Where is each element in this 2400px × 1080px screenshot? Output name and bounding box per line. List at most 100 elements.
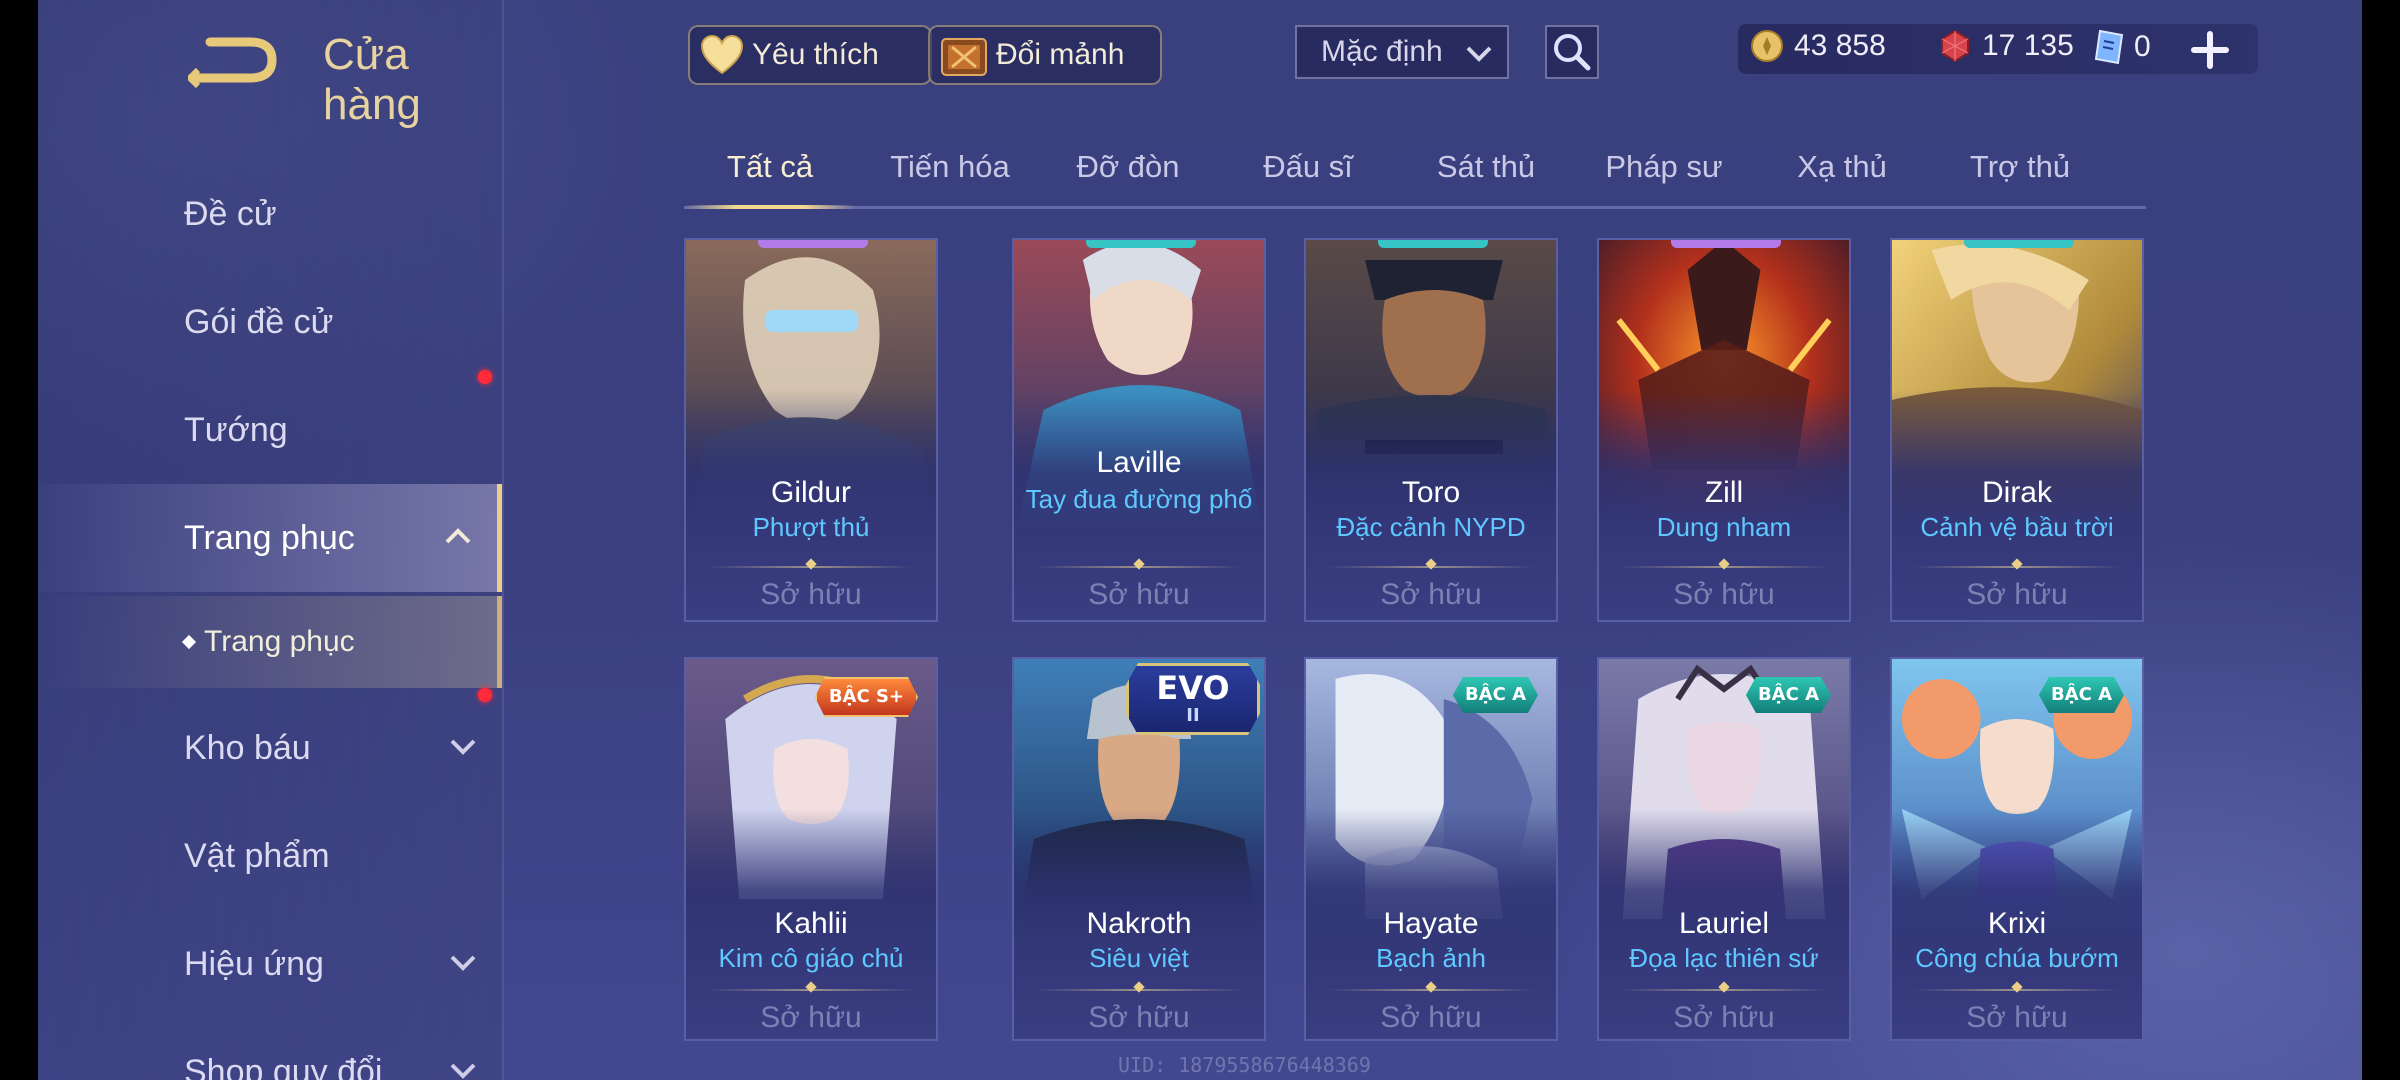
hero-name: Kahlii: [774, 907, 848, 940]
skin-card-laville[interactable]: Laville Tay đua đường phố Sở hữu: [1012, 238, 1266, 622]
sidebar-subitem-label: Trang phục: [204, 625, 355, 658]
category-tabs: Tất cả Tiến hóa Đỡ đòn Đấu sĩ Sát thủ Ph…: [684, 140, 2146, 209]
ruby-amount: 17 135: [1982, 29, 2074, 62]
sort-selected-value: Mặc định: [1321, 35, 1443, 68]
tab-all[interactable]: Tất cả: [684, 140, 856, 209]
sidebar-item-label: Shop quy đổi: [184, 1052, 383, 1080]
search-button[interactable]: [1545, 25, 1599, 79]
owned-status: Sở hữu: [760, 578, 862, 611]
sidebar-item-exchange-shop[interactable]: Shop quy đổi: [38, 1018, 502, 1080]
tier-badge: BẬC S+: [815, 677, 918, 717]
voucher-currency: 0: [2094, 29, 2151, 65]
chevron-up-icon: [445, 528, 471, 544]
skin-name: Công chúa bướm: [1915, 943, 2119, 973]
hero-name: Zill: [1704, 476, 1744, 509]
gold-amount: 43 858: [1794, 29, 1886, 62]
search-icon: [1554, 34, 1591, 71]
sidebar: Cửa hàng Đề cử Gói đề cử Tướng Trang phụ…: [38, 0, 504, 1080]
skin-name: Kim cô giáo chủ: [718, 943, 904, 973]
skin-name: Tay đua đường phố: [1025, 484, 1253, 514]
sidebar-item-label: Gói đề cử: [184, 302, 334, 341]
sort-dropdown[interactable]: Mặc định: [1295, 25, 1509, 79]
tab-assassin[interactable]: Sát thủ: [1400, 140, 1572, 206]
owned-status: Sở hữu: [1966, 578, 2068, 611]
sidebar-item-heroes[interactable]: Tướng: [38, 376, 502, 484]
hero-name: Toro: [1401, 476, 1461, 509]
chevron-down-icon: [450, 1063, 476, 1079]
skin-name: Phượt thủ: [752, 512, 870, 542]
chevron-down-icon: [450, 739, 476, 755]
sidebar-item-treasure[interactable]: Kho báu: [38, 688, 502, 802]
sidebar-nav: Đề cử Gói đề cử Tướng Trang phục Trang p…: [38, 160, 502, 1080]
voucher-amount: 0: [2134, 30, 2151, 63]
rarity-strip: [1671, 240, 1781, 248]
rarity-strip: [1378, 240, 1488, 248]
chevron-down-icon: [450, 955, 476, 971]
chevron-down-icon: [1466, 46, 1492, 62]
sidebar-item-label: Tướng: [184, 410, 288, 449]
sidebar-item-effects[interactable]: Hiệu ứng: [38, 910, 502, 1018]
sidebar-item-label: Hiệu ứng: [184, 944, 324, 983]
voucher-card-icon: [2094, 29, 2124, 65]
tab-mage[interactable]: Pháp sư: [1578, 140, 1750, 206]
ruby-currency: 17 135: [1938, 29, 2074, 63]
sidebar-item-label: Đề cử: [184, 194, 277, 233]
sidebar-item-label: Trang phục: [184, 518, 355, 557]
ruby-gem-icon: [1941, 29, 1969, 63]
hero-name: Laville: [1096, 446, 1182, 479]
uid-watermark: UID: 1879558676448369: [1118, 1053, 1371, 1077]
shard-chest-icon: [941, 38, 987, 76]
hero-name: Krixi: [1987, 907, 2047, 940]
skin-card-krixi[interactable]: BẬC A Krixi Công chúa bướm Sở hữu: [1890, 657, 2144, 1041]
skin-card-dirak[interactable]: Dirak Cảnh vệ bầu trời Sở hữu: [1890, 238, 2144, 622]
tab-support[interactable]: Trợ thủ: [1934, 140, 2106, 206]
skin-card-kahlii[interactable]: BẬC S+ Kahlii Kim cô giáo chủ Sở hữu: [684, 657, 938, 1041]
skin-name: Siêu việt: [1089, 943, 1189, 973]
skin-name: Cảnh vệ bầu trời: [1920, 512, 2114, 542]
sidebar-item-recommended[interactable]: Đề cử: [38, 160, 502, 268]
owned-status: Sở hữu: [760, 1001, 862, 1034]
gold-coin-icon: [1751, 30, 1783, 62]
shop-screen: Cửa hàng Đề cử Gói đề cử Tướng Trang phụ…: [38, 0, 2362, 1080]
owned-status: Sở hữu: [1380, 1001, 1482, 1034]
skin-card-gildur[interactable]: Gildur Phượt thủ Sở hữu: [684, 238, 938, 622]
tab-marksman[interactable]: Xạ thủ: [1756, 140, 1928, 206]
owned-status: Sở hữu: [1966, 1001, 2068, 1034]
skin-card-zill[interactable]: Zill Dung nham Sở hữu: [1597, 238, 1851, 622]
hero-name: Nakroth: [1086, 907, 1192, 940]
sidebar-subitem-skins[interactable]: Trang phục: [38, 596, 502, 688]
tab-evolution[interactable]: Tiến hóa: [864, 140, 1036, 206]
owned-status: Sở hữu: [1673, 578, 1775, 611]
hero-name: Dirak: [1981, 476, 2052, 509]
add-currency-plus-icon[interactable]: [2190, 30, 2230, 70]
skin-card-lauriel[interactable]: BẬC A Lauriel Đọa lạc thiên sứ Sở hữu: [1597, 657, 1851, 1041]
skin-name: Dung nham: [1656, 512, 1792, 542]
page-title: Cửa hàng: [323, 30, 421, 129]
owned-status: Sở hữu: [1088, 578, 1190, 611]
skin-card-toro[interactable]: Toro Đặc cảnh NYPD Sở hữu: [1304, 238, 1558, 622]
favorites-label: Yêu thích: [752, 38, 879, 71]
shard-exchange-button[interactable]: Đổi mảnh: [928, 25, 1162, 85]
rarity-strip: [758, 240, 868, 248]
owned-status: Sở hữu: [1088, 1001, 1190, 1034]
sidebar-item-items[interactable]: Vật phẩm: [38, 802, 502, 910]
skin-name: Đọa lạc thiên sứ: [1629, 943, 1819, 973]
tab-tank[interactable]: Đỡ đòn: [1042, 140, 1214, 206]
sidebar-item-label: Vật phẩm: [184, 836, 330, 875]
sidebar-item-skins[interactable]: Trang phục: [38, 484, 502, 592]
hero-name: Hayate: [1383, 907, 1479, 940]
diamond-bullet-icon: [181, 634, 197, 650]
favorites-button[interactable]: Yêu thích: [688, 25, 932, 85]
rarity-strip: [1086, 240, 1196, 248]
evo-badge-level: II: [1186, 705, 1200, 726]
skin-card-nakroth[interactable]: EVO II Nakroth Siêu việt Sở hữu: [1012, 657, 1266, 1041]
skin-card-hayate[interactable]: BẬC A Hayate Bạch ảnh Sở hữu: [1304, 657, 1558, 1041]
tab-fighter[interactable]: Đấu sĩ: [1222, 140, 1394, 206]
shard-exchange-label: Đổi mảnh: [996, 38, 1125, 71]
back-arrow-icon[interactable]: [188, 30, 278, 90]
skin-name: Đặc cảnh NYPD: [1336, 512, 1526, 542]
sidebar-item-recommended-bundles[interactable]: Gói đề cử: [38, 268, 502, 384]
evo-badge-label: EVO: [1156, 669, 1230, 707]
hero-name: Gildur: [770, 476, 852, 509]
heart-icon: [700, 35, 744, 75]
